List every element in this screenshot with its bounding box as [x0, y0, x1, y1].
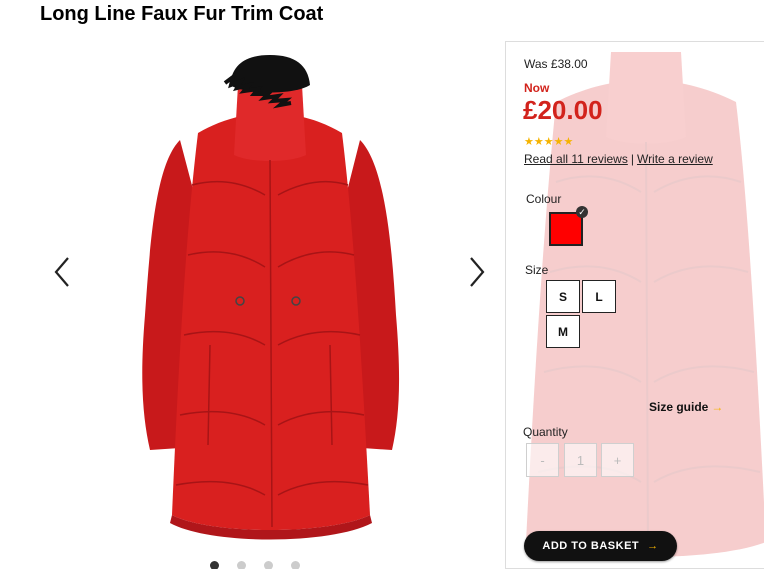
- size-option-m[interactable]: M: [546, 315, 580, 348]
- size-guide-link[interactable]: Size guide →: [649, 400, 723, 414]
- selected-check-icon: ✓: [576, 206, 588, 218]
- gallery-dot[interactable]: [237, 561, 246, 569]
- previous-image-arrow-icon[interactable]: [48, 252, 76, 292]
- now-price: £20.00: [523, 95, 603, 125]
- size-guide-label: Size guide: [649, 400, 709, 414]
- gallery-pagination: [210, 561, 300, 569]
- add-to-basket-label: ADD TO BASKET: [542, 540, 640, 552]
- write-review-link[interactable]: Write a review: [637, 152, 713, 166]
- gallery-dot[interactable]: [210, 561, 219, 569]
- size-option-l[interactable]: L: [582, 280, 616, 313]
- colour-label: Colour: [526, 192, 562, 206]
- product-image-coat: [142, 55, 400, 540]
- quantity-decrease-button[interactable]: -: [526, 443, 559, 477]
- add-to-basket-button[interactable]: ADD TO BASKET →: [524, 531, 677, 561]
- next-image-arrow-icon[interactable]: [463, 252, 491, 292]
- quantity-label: Quantity: [523, 425, 568, 439]
- size-option-s[interactable]: S: [546, 280, 580, 313]
- size-label: Size: [525, 263, 549, 277]
- product-title: Long Line Faux Fur Trim Coat: [40, 3, 324, 25]
- gallery-dot[interactable]: [291, 561, 300, 569]
- product-gallery: [40, 40, 505, 569]
- arrow-right-icon: →: [711, 400, 724, 414]
- was-price: Was £38.00: [524, 57, 588, 71]
- quantity-increase-button[interactable]: +: [601, 443, 634, 477]
- gallery-dot[interactable]: [264, 561, 273, 569]
- read-reviews-link[interactable]: Read all 11 reviews: [524, 152, 628, 166]
- quantity-input[interactable]: 1: [564, 443, 597, 477]
- rating-stars-icon: ★★★★★: [524, 136, 574, 148]
- arrow-right-icon: →: [647, 540, 659, 552]
- review-separator: |: [630, 152, 634, 166]
- purchase-panel: Was £38.00 Now £20.00 ★★★★★ Read all 11 …: [505, 41, 764, 569]
- now-label: Now: [524, 81, 550, 95]
- review-links: Read all 11 reviews | Write a review: [524, 152, 713, 166]
